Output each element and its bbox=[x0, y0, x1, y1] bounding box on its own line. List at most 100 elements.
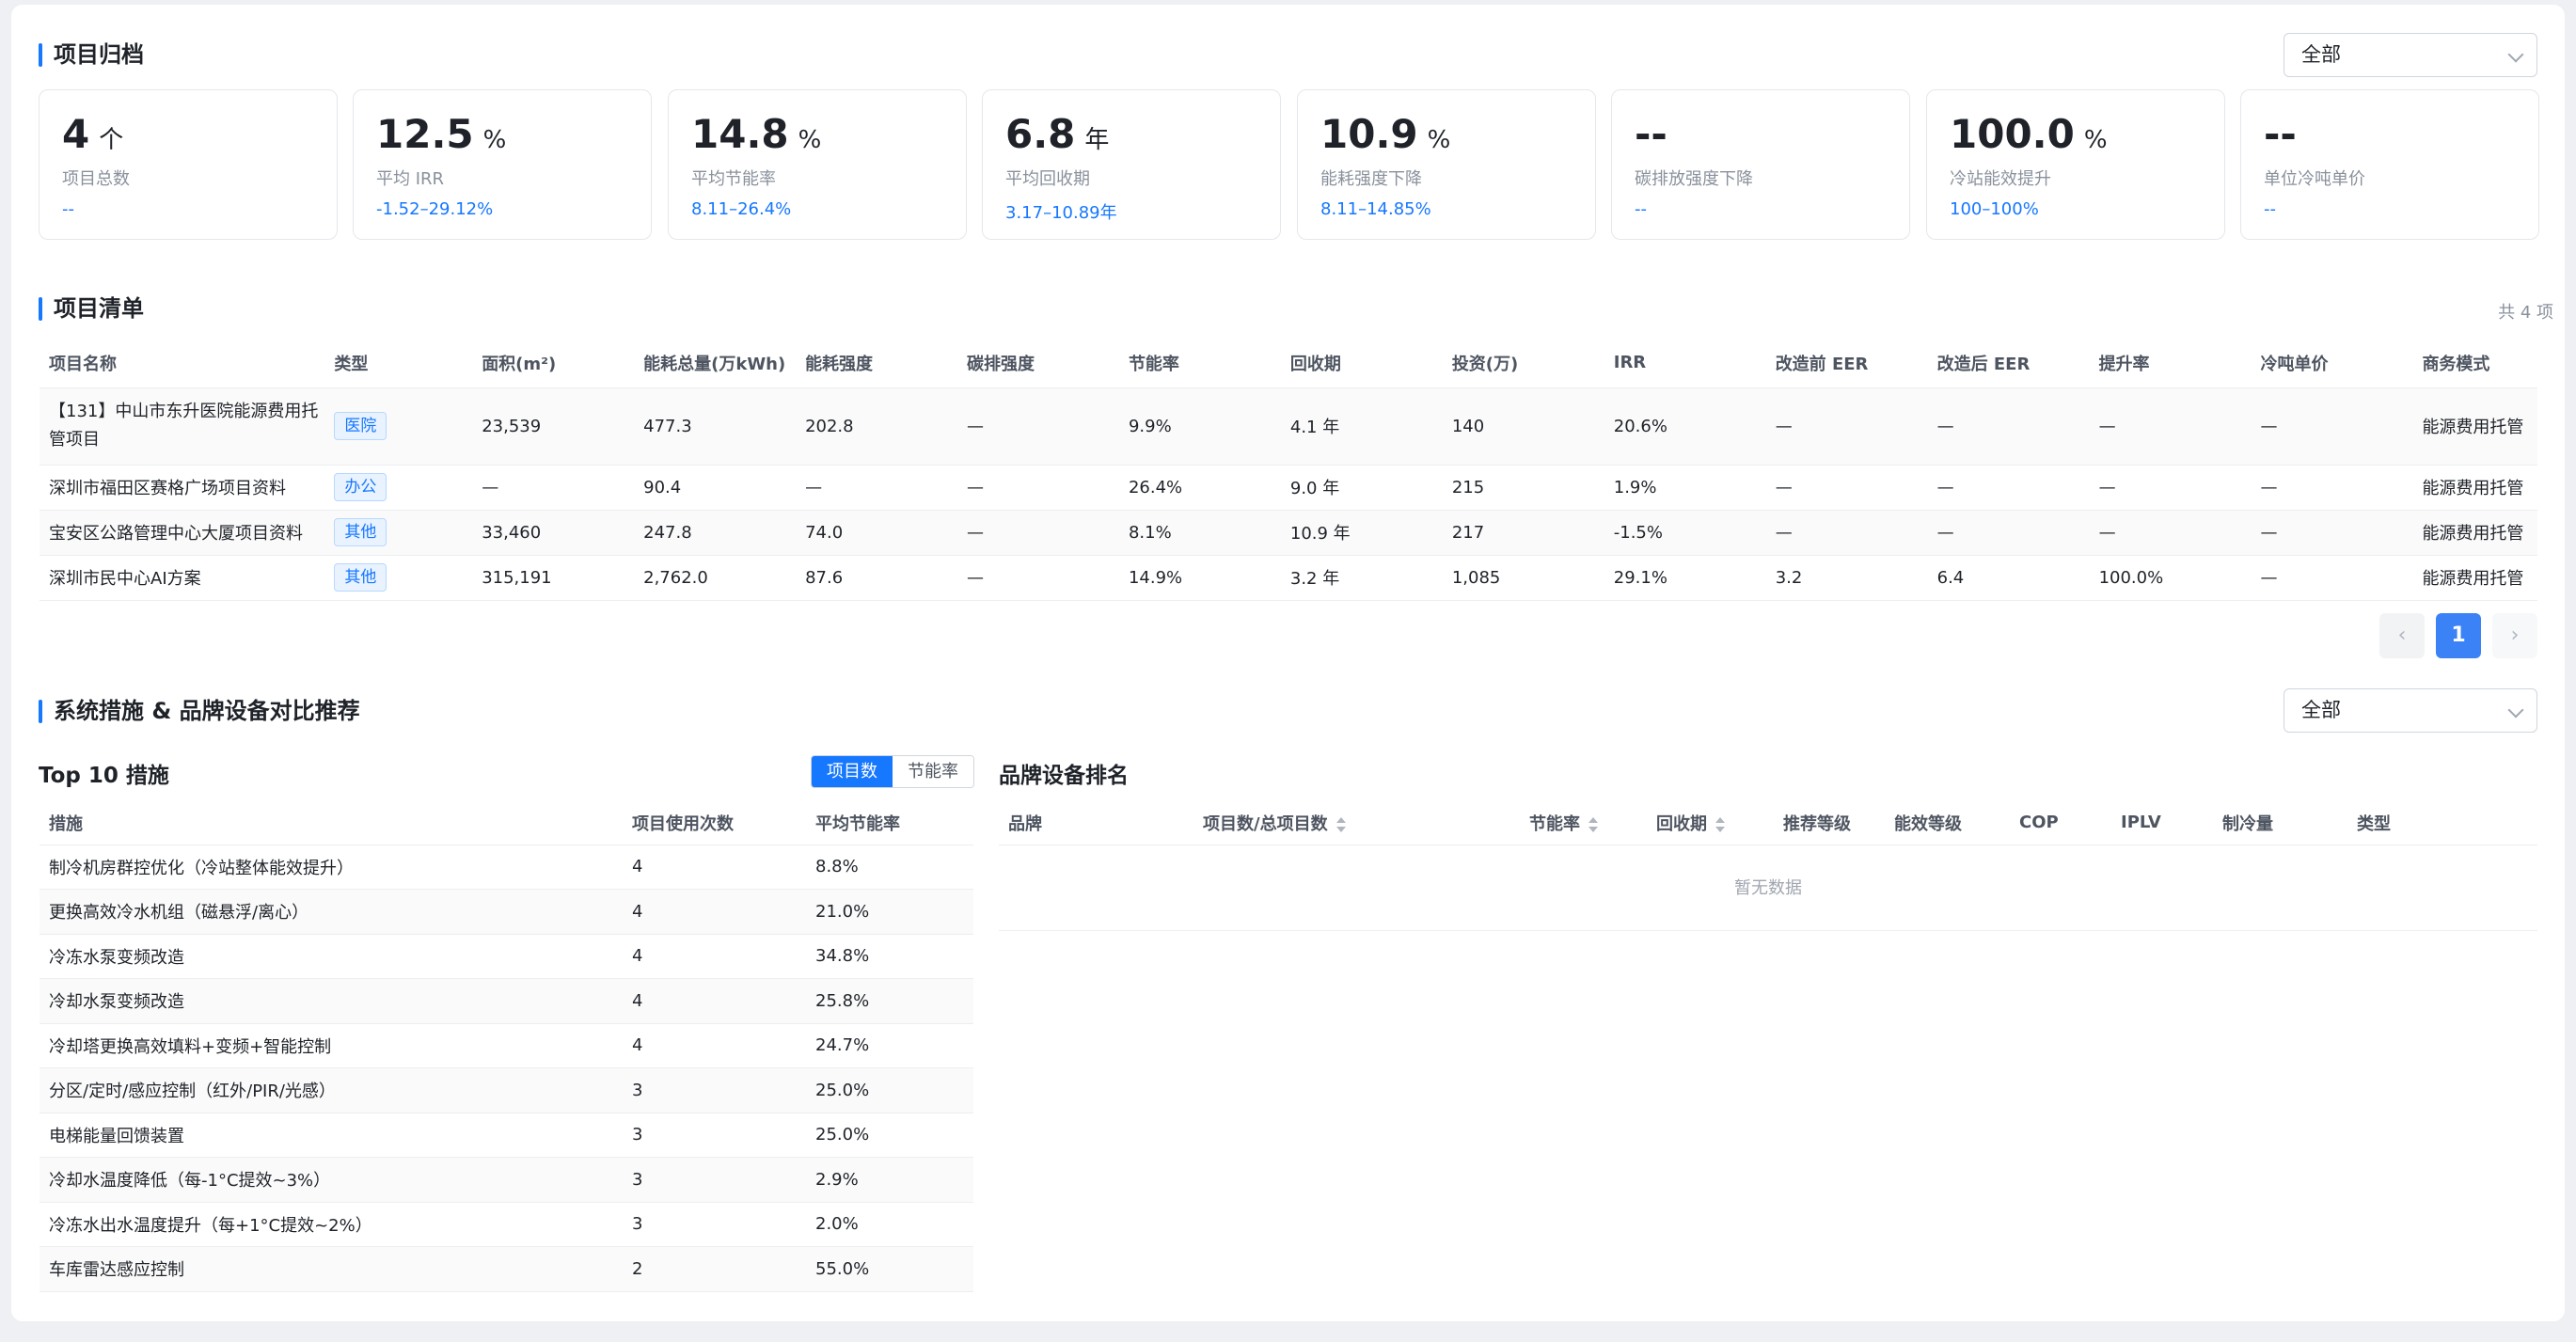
table-row[interactable]: 更换高效冷水机组（磁悬浮/离心） 4 21.0% bbox=[40, 889, 973, 935]
cell-measure: 车库雷达感应控制 bbox=[40, 1246, 623, 1292]
stat-card: 14.8% 平均节能率 8.11–26.4% bbox=[668, 89, 967, 240]
cell-measure: 冷却塔更换高效填料+变频+智能控制 bbox=[40, 1023, 623, 1068]
stat-label: 平均回收期 bbox=[1005, 169, 1090, 189]
table-row[interactable]: 冷却水温度降低（每-1°C提效~3%） 3 2.9% bbox=[40, 1157, 973, 1203]
stat-value: 100.0% bbox=[1950, 111, 2108, 157]
pagination-next-button[interactable]: › bbox=[2492, 613, 2537, 658]
cell-invest: 215 bbox=[1442, 465, 1604, 511]
column-header: 能效等级 bbox=[1885, 801, 2010, 845]
cell-improve: — bbox=[2089, 465, 2252, 511]
brand-table-header: 品牌 项目数/总项目数 节能率 回收期 推荐等级 能效等级 COP IPLV 制冷量 类型 bbox=[999, 801, 2537, 845]
table-row[interactable]: 宝安区公路管理中心大厦项目资料 其他 33,460 247.8 74.0—8.1% 10.… bbox=[40, 510, 2537, 556]
cell-energy: 2,762.0 bbox=[634, 555, 797, 601]
stat-number: 14.8 bbox=[691, 111, 789, 157]
stat-card: -- 单位冷吨单价 -- bbox=[2240, 89, 2539, 240]
cell-saving: 8.1% bbox=[1118, 510, 1281, 556]
cell-intensity: 87.6 bbox=[796, 555, 957, 601]
column-header: 冷吨单价 bbox=[2251, 339, 2413, 388]
cell-type: 医院 bbox=[324, 387, 473, 466]
sort-icon[interactable] bbox=[1335, 816, 1346, 832]
cell-model: 能源费用托管 bbox=[2412, 510, 2537, 556]
table-row[interactable]: 分区/定时/感应控制（红外/PIR/光感） 3 25.0% bbox=[40, 1067, 973, 1113]
toggle-project-count[interactable]: 项目数 bbox=[812, 756, 893, 787]
cell-measure: 电梯能量回馈装置 bbox=[40, 1113, 623, 1158]
cell-intensity: — bbox=[796, 465, 957, 511]
table-row[interactable]: 冷却塔更换高效填料+变频+智能控制 4 24.7% bbox=[40, 1023, 973, 1068]
cell-invest: 217 bbox=[1442, 510, 1604, 556]
stat-value: -- bbox=[1635, 111, 1667, 157]
cell-irr: 29.1% bbox=[1604, 555, 1766, 601]
pagination-page-1[interactable]: 1 bbox=[2436, 613, 2481, 658]
archive-filter-select[interactable]: 全部 bbox=[2284, 33, 2537, 77]
cell-count: 4 bbox=[623, 889, 806, 935]
column-header-label: 项目数/总项目数 bbox=[1203, 813, 1328, 834]
stat-card: -- 碳排放强度下降 -- bbox=[1611, 89, 1910, 240]
type-tag: 办公 bbox=[334, 473, 387, 501]
cell-invest: 1,085 bbox=[1442, 555, 1604, 601]
column-header: 回收期 bbox=[1280, 339, 1443, 388]
table-row[interactable]: 深圳市民中心AI方案 其他 315,191 2,762.0 87.6—14.9% 3.2 … bbox=[40, 555, 2537, 601]
stat-card: 4 个项目总数 -- bbox=[39, 89, 338, 240]
cell-eer-before: — bbox=[1765, 510, 1928, 556]
cell-count: 3 bbox=[623, 1202, 806, 1247]
cell-payback: 9.0 年 bbox=[1280, 465, 1443, 511]
stat-number: 10.9 bbox=[1320, 111, 1418, 157]
column-header: 提升率 bbox=[2089, 339, 2252, 388]
project-table-header: 项目名称 类型 面积(m²) 能耗总量(万kWh) 能耗强度 碳排强度 节能率 回收期 投资(万… bbox=[40, 339, 2537, 388]
cell-measure: 冷却水泵变频改造 bbox=[40, 978, 623, 1024]
table-row[interactable]: 深圳市福田区赛格广场项目资料 办公 —90.4— —26.4% 9.0 年 215 1.9%… bbox=[40, 465, 2537, 511]
column-header[interactable]: 回收期 bbox=[1647, 801, 1774, 845]
cell-area: — bbox=[472, 465, 635, 511]
column-header-label: 制冷量 bbox=[2222, 813, 2273, 834]
cell-improve: — bbox=[2089, 387, 2252, 466]
measures-filter-select[interactable]: 全部 bbox=[2284, 688, 2537, 733]
type-tag: 其他 bbox=[334, 518, 387, 546]
cell-irr: -1.5% bbox=[1604, 510, 1766, 556]
table-row[interactable]: 【131】中山市东升医院能源费用托管项目 医院 23,539 477.3 202.8—9… bbox=[40, 387, 2537, 466]
stat-unit: % bbox=[2083, 126, 2108, 154]
stat-label: 项目总数 bbox=[62, 169, 130, 189]
sort-icon[interactable] bbox=[1715, 816, 1725, 832]
stat-range: -1.52–29.12% bbox=[376, 199, 494, 219]
brand-ranking-title: 品牌设备排名 bbox=[999, 764, 1129, 788]
cell-eer-before: 3.2 bbox=[1765, 555, 1928, 601]
table-row[interactable]: 冷冻水出水温度提升（每+1°C提效~2%） 3 2.0% bbox=[40, 1202, 973, 1247]
section-title-project-list: 项目清单 bbox=[39, 294, 144, 323]
table-row[interactable]: 车库雷达感应控制 2 55.0% bbox=[40, 1246, 973, 1292]
table-row[interactable]: 电梯能量回馈装置 3 25.0% bbox=[40, 1113, 973, 1158]
column-header: 面积(m²) bbox=[472, 339, 635, 388]
stat-card: 100.0% 冷站能效提升 100–100% bbox=[1926, 89, 2225, 240]
cell-intensity: 202.8 bbox=[796, 387, 957, 466]
column-header[interactable]: 项目数/总项目数 bbox=[1193, 801, 1520, 845]
cell-count: 4 bbox=[623, 978, 806, 1024]
cell-type: 办公 bbox=[324, 465, 473, 511]
stat-card: 6.8 年平均回收期 3.17–10.89年 bbox=[982, 89, 1281, 240]
stat-card: 10.9% 能耗强度下降 8.11–14.85% bbox=[1297, 89, 1596, 240]
toggle-saving-rate[interactable]: 节能率 bbox=[893, 756, 973, 787]
cell-eer-after: — bbox=[1927, 510, 2090, 556]
column-header: 商务模式 bbox=[2412, 339, 2537, 388]
cell-rate: 21.0% bbox=[806, 889, 973, 935]
pagination-prev-button[interactable]: ‹ bbox=[2379, 613, 2425, 658]
cell-invest: 140 bbox=[1442, 387, 1604, 466]
table-row[interactable]: 冷却水泵变频改造 4 25.8% bbox=[40, 978, 973, 1024]
cell-model: 能源费用托管 bbox=[2412, 387, 2537, 466]
column-header[interactable]: 节能率 bbox=[1520, 801, 1647, 845]
cell-payback: 3.2 年 bbox=[1280, 555, 1443, 601]
column-header: 平均节能率 bbox=[806, 801, 973, 845]
stat-label: 能耗强度下降 bbox=[1320, 169, 1422, 189]
cell-measure: 冷冻水出水温度提升（每+1°C提效~2%） bbox=[40, 1202, 623, 1247]
cell-ton-price: — bbox=[2251, 465, 2413, 511]
table-row[interactable]: 冷冻水泵变频改造 4 34.8% bbox=[40, 934, 973, 979]
column-header: 项目名称 bbox=[40, 339, 325, 388]
cell-name: 深圳市民中心AI方案 bbox=[40, 555, 325, 601]
column-header: 能耗总量(万kWh) bbox=[634, 339, 797, 388]
table-row[interactable]: 制冷机房群控优化（冷站整体能效提升） 4 8.8% bbox=[40, 845, 973, 890]
cell-irr: 1.9% bbox=[1604, 465, 1766, 511]
column-header: IPLV bbox=[2111, 801, 2213, 845]
stat-value: 4个 bbox=[62, 111, 123, 157]
stat-value: 12.5% bbox=[376, 111, 506, 157]
sort-icon[interactable] bbox=[1588, 816, 1598, 832]
cell-intensity: 74.0 bbox=[796, 510, 957, 556]
stat-value: 10.9% bbox=[1320, 111, 1450, 157]
